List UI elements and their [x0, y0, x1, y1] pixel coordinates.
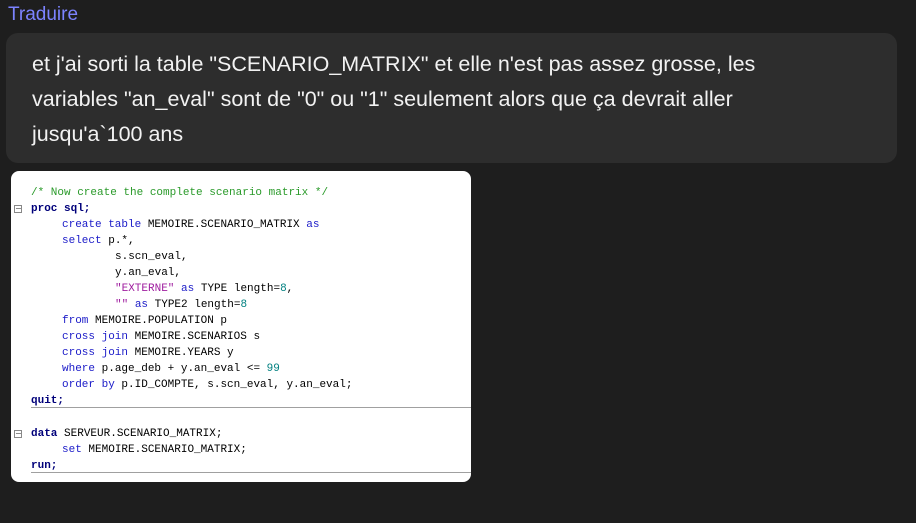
message-bubble: et j'ai sorti la table "SCENARIO_MATRIX"… [6, 33, 897, 163]
code-set: set MEMOIRE.SCENARIO_MATRIX; [62, 444, 247, 456]
code-where: where p.age_deb + y.an_eval <= 99 [62, 363, 280, 375]
code-cross-join-1: cross join MEMOIRE.SCENARIOS s [62, 331, 261, 343]
fold-minus-icon: − [14, 204, 22, 213]
code-col-type: "EXTERNE" as TYPE length=8, [115, 283, 294, 295]
code-screenshot: /* Now create the complete scenario matr… [11, 171, 471, 482]
message-line-1: et j'ai sorti la table "SCENARIO_MATRIX"… [32, 52, 756, 76]
fold-minus-icon: − [14, 429, 22, 438]
code-col-type2: "" as TYPE2 length=8 [115, 299, 248, 311]
code-create-table: create table MEMOIRE.SCENARIO_MATRIX as [62, 219, 320, 231]
message-line-2: variables "an_eval" sont de "0" ou "1" s… [32, 87, 733, 111]
code-data-step: data SERVEUR.SCENARIO_MATRIX; [31, 428, 223, 440]
code-proc-sql: proc sql; [31, 203, 91, 215]
code-cross-join-2: cross join MEMOIRE.YEARS y [62, 347, 234, 359]
code-col-an: y.an_eval, [115, 267, 182, 279]
code-col-scn: s.scn_eval, [115, 251, 188, 263]
code-comment: /* Now create the complete scenario matr… [31, 187, 329, 199]
translate-link[interactable]: Traduire [8, 4, 78, 26]
message-line-3: jusqu'a`100 ans [32, 122, 184, 146]
code-select: select p.*, [62, 235, 135, 247]
code-separator [31, 407, 471, 408]
code-from: from MEMOIRE.POPULATION p [62, 315, 228, 327]
code-separator [31, 472, 471, 473]
code-order-by: order by p.ID_COMPTE, s.scn_eval, y.an_e… [62, 379, 353, 391]
